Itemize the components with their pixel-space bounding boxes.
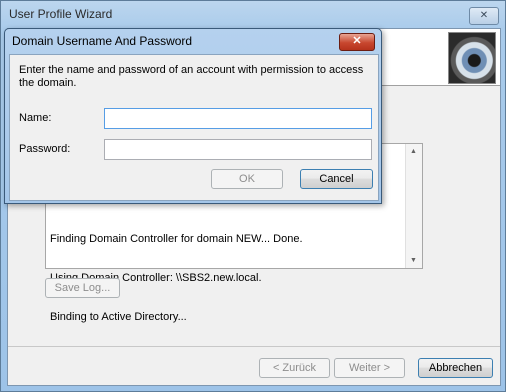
back-button[interactable]: < Zurück <box>259 358 330 378</box>
scroll-down-arrow-icon[interactable]: ▼ <box>410 257 417 264</box>
dialog-close-button[interactable]: ✕ <box>339 33 375 51</box>
domain-credentials-dialog: Domain Username And Password ✕ Enter the… <box>4 28 382 204</box>
name-label: Name: <box>19 112 52 124</box>
dialog-message: Enter the name and password of an accoun… <box>19 64 364 89</box>
wizard-close-button[interactable]: ✕ <box>469 7 499 25</box>
eye-image <box>448 32 496 84</box>
password-input[interactable] <box>104 139 372 160</box>
cancel-button[interactable]: Cancel <box>300 169 373 189</box>
dialog-client-area: Enter the name and password of an accoun… <box>9 54 379 201</box>
log-scrollbar[interactable]: ▲ ▼ <box>405 144 422 268</box>
password-label: Password: <box>19 143 71 155</box>
save-log-button[interactable]: Save Log... <box>45 278 120 298</box>
name-input[interactable] <box>104 108 372 129</box>
footer-divider <box>8 346 500 347</box>
log-line: Binding to Active Directory... <box>50 311 187 323</box>
log-line: Finding Domain Controller for domain NEW… <box>50 233 303 245</box>
wizard-title: User Profile Wizard <box>9 7 113 21</box>
next-button[interactable]: Weiter > <box>334 358 405 378</box>
cancel-wizard-button[interactable]: Abbrechen <box>418 358 493 378</box>
scroll-up-arrow-icon[interactable]: ▲ <box>410 148 417 155</box>
ok-button[interactable]: OK <box>211 169 283 189</box>
dialog-title: Domain Username And Password <box>12 34 193 48</box>
